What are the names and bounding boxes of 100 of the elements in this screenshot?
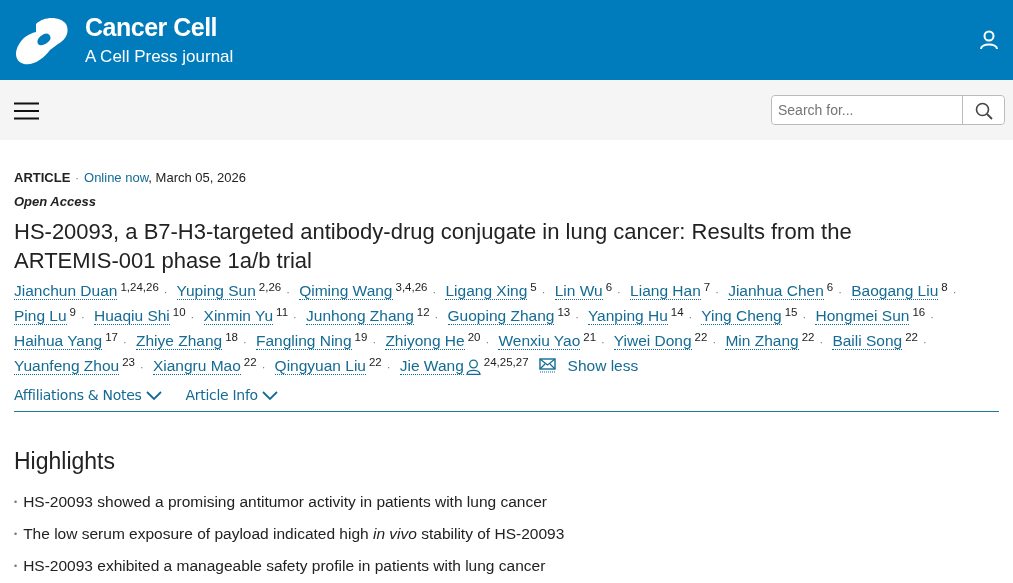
search-icon — [974, 101, 993, 120]
open-access-label: Open Access — [14, 192, 97, 211]
search-field[interactable]: Search for... — [771, 95, 1005, 125]
affiliation-numbers: 8 — [941, 281, 948, 293]
affiliation-numbers: 19 — [354, 331, 368, 343]
author-link[interactable]: Zhiyong He — [385, 332, 465, 350]
affiliation-numbers: 1,24,26 — [120, 281, 159, 293]
separator: · — [163, 286, 168, 298]
affiliation-numbers: 6 — [605, 281, 613, 293]
separator: · — [81, 311, 85, 323]
author-link[interactable]: Haihua Yang — [14, 332, 103, 350]
affiliation-numbers: 7 — [703, 281, 711, 293]
separator: · — [838, 286, 842, 298]
author-link[interactable]: Zhiye Zhang — [136, 332, 223, 350]
accordion-toggle[interactable]: Affiliations & Notes — [14, 385, 162, 406]
affiliation-numbers: 14 — [670, 306, 684, 318]
author-link[interactable]: Min Zhang — [725, 332, 799, 350]
separator: · — [190, 311, 195, 323]
separator: · — [286, 286, 290, 298]
separator: · — [688, 311, 693, 323]
highlight-text: The low serum exposure of payload indicated high in vivo stability of HS-20093 — [23, 523, 565, 544]
affiliation-numbers: 22 — [694, 331, 708, 343]
author-link[interactable]: Ping Lu — [14, 307, 67, 325]
bullet: • — [14, 527, 18, 541]
affiliation-numbers: 22 — [368, 356, 382, 368]
separator: · — [261, 361, 266, 373]
article-title: HS-20093, a B7-H3-targeted antibody-drug conjugate in lung cancer: Results from the ARTEMIS-001 phase 1a/b trial — [14, 218, 853, 275]
affiliation-numbers: 20 — [467, 331, 481, 343]
affiliation-numbers: 22 — [905, 331, 918, 343]
separator: · — [432, 286, 437, 298]
separator: · — [485, 336, 490, 348]
chevron-icon — [261, 390, 278, 401]
author-link[interactable]: Baili Song — [832, 332, 903, 350]
separator: · — [75, 172, 79, 184]
author-link[interactable]: Lin Wu — [554, 282, 603, 300]
affiliation-numbers: 11 — [276, 306, 289, 318]
author-link[interactable]: Yuanfeng Zhou — [14, 357, 120, 375]
affiliation-numbers: 3,4,26 — [395, 281, 428, 293]
separator: · — [242, 336, 247, 348]
author-link[interactable]: Jianhua Chen — [728, 282, 824, 300]
author-link[interactable]: Guoping Zhang — [447, 307, 555, 325]
separator: · — [617, 286, 621, 298]
separator: · — [952, 286, 957, 298]
affiliation-numbers: 6 — [826, 281, 834, 293]
affiliation-numbers: 18 — [225, 331, 238, 343]
author-link[interactable]: Yiwei Dong — [613, 332, 692, 350]
author-link[interactable]: Xiangru Mao — [152, 357, 241, 375]
separator: · — [715, 286, 719, 298]
journal-name[interactable]: Cancer Cell — [85, 15, 234, 40]
author-link[interactable]: Ying Cheng — [701, 307, 782, 325]
publication-date: , March 05, 2026 — [148, 170, 246, 185]
author-link[interactable]: Baogang Liu — [851, 282, 939, 300]
affiliation-numbers: 9 — [69, 306, 76, 318]
author-link[interactable]: Yanping Hu — [587, 307, 668, 325]
separator: · — [601, 336, 605, 348]
affiliation-numbers: 2,26 — [258, 281, 282, 293]
highlight-text: HS-20093 exhibited a manageable safety profile in patients with lung cancer — [23, 555, 546, 576]
author-link[interactable]: Fangling Ning — [255, 332, 352, 350]
author-link[interactable]: Qingyuan Liu — [274, 357, 366, 375]
author-link[interactable]: Junhong Zhang — [306, 307, 414, 325]
author-link[interactable]: Wenxiu Yao — [498, 332, 581, 350]
affiliation-numbers: 23 — [122, 356, 135, 368]
chevron-icon — [145, 390, 162, 401]
affiliation-numbers: 5 — [530, 281, 537, 293]
author-link[interactable]: Yuping Sun — [176, 282, 256, 300]
separator: · — [293, 311, 297, 323]
affiliation-numbers: 16 — [912, 306, 926, 318]
affiliation-numbers: 21 — [583, 331, 597, 343]
article-type: ARTICLE — [14, 170, 71, 185]
author-link[interactable]: Liang Han — [630, 282, 701, 300]
author-link[interactable]: Xinmin Yu — [203, 307, 274, 325]
show-less-link[interactable]: Show less — [567, 357, 639, 374]
section-heading: Highlights — [14, 448, 116, 476]
person-icon[interactable] — [465, 358, 481, 375]
accordion-toggle[interactable]: Article Info — [185, 385, 278, 406]
mail-icon[interactable] — [538, 357, 556, 373]
separator: · — [923, 336, 927, 348]
affiliation-numbers: 13 — [557, 306, 571, 318]
affiliation-numbers: 10 — [172, 306, 186, 318]
author-link[interactable]: Jianchun Duan — [14, 282, 118, 300]
affiliation-numbers: 12 — [416, 306, 430, 318]
separator: · — [386, 361, 391, 373]
search-button[interactable] — [962, 96, 1004, 124]
bullet: • — [14, 495, 18, 509]
separator: · — [541, 286, 546, 298]
separator: · — [575, 311, 579, 323]
author-link[interactable]: Huaqiu Shi — [93, 307, 170, 325]
author-link[interactable]: Qiming Wang — [299, 282, 393, 300]
author-link[interactable]: Ligang Xing — [445, 282, 528, 300]
separator: · — [712, 336, 717, 348]
author-link[interactable]: Hongmei Sun — [815, 307, 910, 325]
affiliation-numbers: 17 — [105, 331, 118, 343]
separator: · — [123, 336, 127, 348]
bullet: • — [14, 559, 18, 573]
author-link[interactable]: Jie Wang — [399, 357, 464, 375]
affiliation-numbers: 15 — [784, 306, 798, 318]
separator: · — [372, 336, 377, 348]
separator: · — [139, 361, 144, 373]
separator: · — [930, 311, 934, 323]
user-icon[interactable] — [979, 30, 999, 50]
